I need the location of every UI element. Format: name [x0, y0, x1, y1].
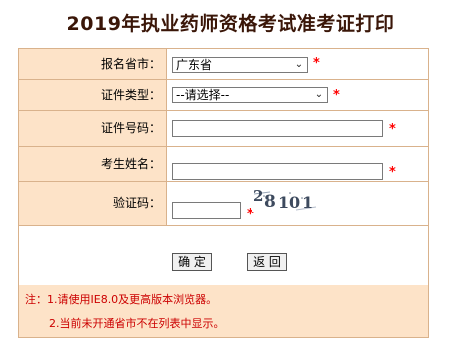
page-title: 2019年执业药师资格考试准考证打印 — [66, 13, 395, 35]
candidate-name-label: 考生姓名： — [19, 147, 167, 181]
required-mark: * — [389, 165, 396, 180]
row-id-type: 证件类型： --请选择-- ⌄ * — [19, 80, 428, 111]
captcha-char: 2 — [253, 187, 264, 205]
confirm-button[interactable]: 确 定 — [172, 253, 212, 271]
row-candidate-name: 考生姓名： * — [19, 147, 428, 182]
id-type-label: 证件类型： — [19, 80, 167, 110]
required-mark: * — [389, 122, 396, 137]
id-type-select-value: --请选择-- — [176, 88, 230, 102]
chevron-down-icon: ⌄ — [294, 59, 304, 70]
chevron-down-icon: ⌄ — [314, 89, 324, 100]
required-mark: * — [313, 56, 320, 71]
back-button[interactable]: 返 回 — [247, 253, 287, 271]
id-number-cell: * — [167, 111, 428, 146]
id-number-label: 证件号码： — [19, 111, 167, 146]
id-type-cell: --请选择-- ⌄ * — [167, 80, 428, 110]
id-type-select[interactable]: --请选择-- ⌄ — [172, 87, 328, 103]
candidate-name-input[interactable] — [172, 163, 383, 180]
province-select[interactable]: 广东省 ⌄ — [172, 57, 308, 73]
captcha-input[interactable] — [172, 202, 241, 219]
id-number-input[interactable] — [172, 120, 383, 137]
row-province: 报名省市： 广东省 ⌄ * — [19, 49, 428, 80]
captcha-char: 0 — [289, 193, 301, 212]
captcha-char: 1 — [302, 193, 314, 212]
note-line-1: 注：1.请使用IE8.0及更高版本浏览器。 — [25, 293, 218, 306]
captcha-char: 8 — [264, 192, 276, 212]
notes-section: 注：1.请使用IE8.0及更高版本浏览器。 2.当前未开通省市不在列表中显示。 — [19, 285, 428, 337]
note-line-2: 2.当前未开通省市不在列表中显示。 — [49, 317, 225, 330]
candidate-name-cell: * — [167, 147, 428, 181]
province-select-value: 广东省 — [176, 58, 213, 72]
captcha-cell: * 2 8 1 0 1 — [167, 182, 428, 225]
province-cell: 广东省 ⌄ * — [167, 49, 428, 79]
row-captcha: 验证码： * 2 8 1 0 1 — [19, 182, 428, 226]
row-actions: 确 定 返 回 — [19, 226, 428, 285]
captcha-label: 验证码： — [19, 182, 167, 225]
required-mark: * — [333, 88, 340, 103]
province-label: 报名省市： — [19, 49, 167, 79]
captcha-char: 1 — [278, 193, 290, 212]
exam-admission-form: 报名省市： 广东省 ⌄ * 证件类型： --请选择-- ⌄ * 证件号码： * … — [18, 48, 429, 338]
captcha-image[interactable]: 2 8 1 0 1 — [252, 187, 318, 212]
row-id-number: 证件号码： * — [19, 111, 428, 147]
